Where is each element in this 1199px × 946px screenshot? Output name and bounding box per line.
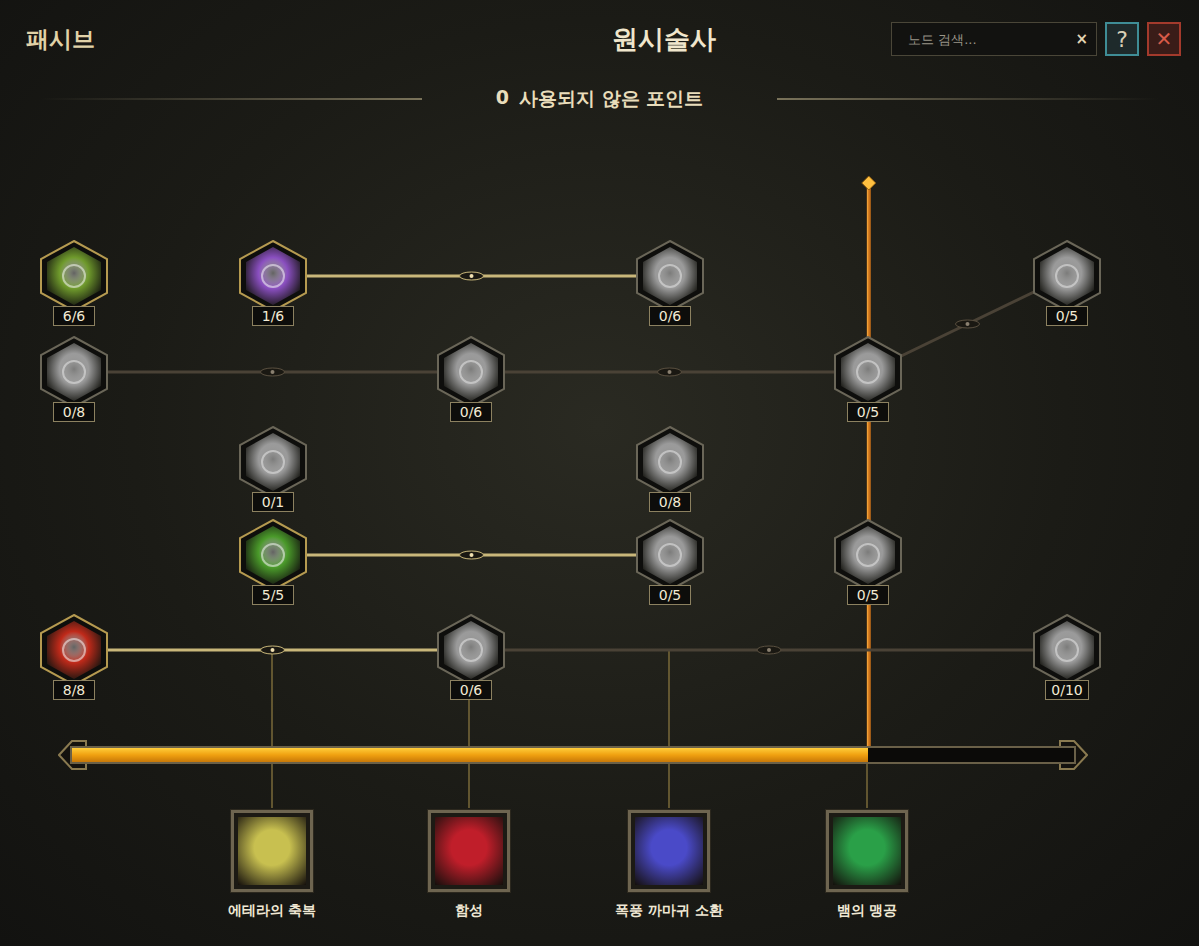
progress-marker [867,183,871,755]
skill-icon [1032,614,1102,686]
passive-node[interactable]: 0/5 [833,519,903,605]
passive-node[interactable]: 1/6 [238,240,308,326]
node-points: 0/8 [53,402,95,422]
mastery-ability[interactable]: 뱀의 맹공 [787,810,947,920]
class-title: 원시술사 [326,22,891,57]
ability-icon [428,810,510,892]
passive-node[interactable]: 0/10 [1032,614,1102,700]
ability-label: 에테라의 축복 [228,902,317,920]
passive-node[interactable]: 0/1 [238,426,308,512]
skill-icon [635,519,705,591]
passive-node[interactable]: 6/6 [39,240,109,326]
skill-icon [635,240,705,312]
node-points: 0/6 [450,402,492,422]
points-text: 0 사용되지 않은 포인트 [436,86,763,112]
passive-node[interactable]: 0/5 [635,519,705,605]
passive-node[interactable]: 8/8 [39,614,109,700]
passive-node[interactable]: 0/8 [635,426,705,512]
skill-icon [1032,240,1102,312]
node-connection [471,371,868,374]
mastery-ability[interactable]: 폭풍 까마귀 소환 [589,810,749,920]
passive-node[interactable]: 0/8 [39,336,109,422]
ability-label: 뱀의 맹공 [837,902,898,920]
node-points: 0/5 [847,585,889,605]
skill-icon [39,614,109,686]
unused-points: 0 사용되지 않은 포인트 [0,86,1199,112]
node-points: 6/6 [53,306,95,326]
progress-fill [72,748,868,762]
points-label: 사용되지 않은 포인트 [519,86,703,112]
skill-icon [39,240,109,312]
node-points: 0/5 [649,585,691,605]
passive-node[interactable]: 0/6 [436,336,506,422]
passive-node[interactable]: 0/5 [833,336,903,422]
node-connection [74,371,471,374]
search-input[interactable] [906,31,1075,48]
ability-label: 함성 [455,902,483,920]
node-connection [74,649,471,652]
ability-icon [231,810,313,892]
node-points: 0/5 [847,402,889,422]
skill-icon [238,519,308,591]
node-connection [273,554,670,557]
node-points: 0/6 [649,306,691,326]
toolbar: ×?✕ [891,22,1181,56]
ability-label: 폭풍 까마귀 소환 [615,902,723,920]
skill-icon [238,240,308,312]
node-points: 1/6 [252,306,294,326]
skill-icon [635,426,705,498]
section-title: 패시브 [26,24,326,55]
node-points: 5/5 [252,585,294,605]
progress-track [70,746,1076,764]
divider [40,98,422,100]
node-points: 0/1 [252,492,294,512]
help-button[interactable]: ? [1105,22,1139,56]
skill-icon [39,336,109,408]
points-count: 0 [496,86,509,112]
skill-icon [238,426,308,498]
node-connection [273,275,670,278]
node-points: 8/8 [53,680,95,700]
search-box[interactable]: × [891,22,1097,56]
passive-node[interactable]: 0/6 [635,240,705,326]
progress-bar [58,740,1088,770]
header: 패시브원시술사×?✕ [0,0,1199,64]
skill-icon [833,519,903,591]
skill-icon [833,336,903,408]
passive-node[interactable]: 0/6 [436,614,506,700]
node-points: 0/6 [450,680,492,700]
passive-node[interactable]: 5/5 [238,519,308,605]
ability-icon [628,810,710,892]
mastery-ability[interactable]: 함성 [389,810,549,920]
clear-button[interactable]: × [1075,30,1088,48]
passive-tree: 6/6 1/6 0/6 0/5 0/8 0/6 0/5 0/1 0/8 5/5 0/5 0/5 8/8 0… [0,0,1199,946]
close-button[interactable]: ✕ [1147,22,1181,56]
tree-lines [0,0,1199,946]
skill-icon [436,614,506,686]
node-points: 0/5 [1046,306,1088,326]
node-points: 0/10 [1045,680,1088,700]
node-points: 0/8 [649,492,691,512]
ability-icon [826,810,908,892]
divider [777,98,1159,100]
node-connection [471,649,1067,652]
passive-node[interactable]: 0/5 [1032,240,1102,326]
mastery-ability[interactable]: 에테라의 축복 [192,810,352,920]
skill-icon [436,336,506,408]
